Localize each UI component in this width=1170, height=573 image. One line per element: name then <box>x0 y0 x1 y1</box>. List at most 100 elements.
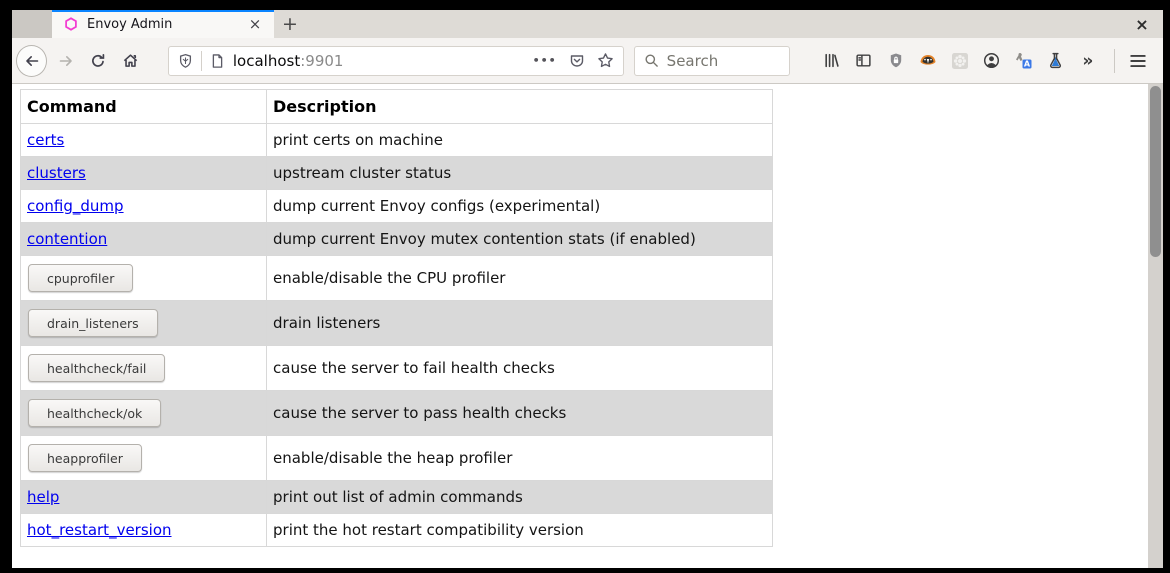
envoy-favicon <box>64 17 78 31</box>
description-cell: print the hot restart compatibility vers… <box>267 514 773 547</box>
overflow-chevron-icon: » <box>1082 51 1093 71</box>
tab-envoy-admin[interactable]: Envoy Admin × <box>52 10 274 38</box>
description-cell: upstream cluster status <box>267 157 773 190</box>
table-row: cpuprofiler enable/disable the CPU profil… <box>21 256 773 301</box>
hamburger-icon <box>1129 53 1147 69</box>
toolbar-separator <box>1114 49 1115 73</box>
url-port: :9901 <box>300 52 343 70</box>
urlbar-separator <box>201 51 202 71</box>
translate-icon: A <box>1015 52 1032 69</box>
reload-button[interactable] <box>84 47 111 75</box>
table-row: config_dump dump current Envoy configs (e… <box>21 190 773 223</box>
privacy-badger-icon <box>919 53 937 68</box>
tracking-protection-shield-icon[interactable] <box>178 53 193 69</box>
forward-arrow-icon <box>58 53 74 69</box>
command-button[interactable]: drain_listeners <box>28 309 158 337</box>
command-table-body: certs print certs on machine clusters upstr… <box>21 124 773 547</box>
command-cell: healthcheck/ok <box>21 391 267 436</box>
account-icon <box>983 52 1000 69</box>
url-host: localhost <box>233 52 300 70</box>
command-cell: clusters <box>21 157 267 190</box>
sidebars-icon <box>855 52 872 69</box>
screenshot-stage: Envoy Admin × + × <box>0 0 1170 573</box>
description-cell: drain listeners <box>267 301 773 346</box>
command-button[interactable]: cpuprofiler <box>28 264 133 292</box>
shield-lock-icon <box>888 52 904 69</box>
command-cell: hot_restart_version <box>21 514 267 547</box>
table-header-row: Command Description <box>21 90 773 124</box>
command-link[interactable]: clusters <box>27 164 86 182</box>
search-placeholder: Search <box>667 52 719 70</box>
command-button[interactable]: healthcheck/ok <box>28 399 161 427</box>
scrollbar-thumb[interactable] <box>1150 86 1161 257</box>
window-close-button[interactable]: × <box>1121 10 1163 38</box>
command-cell: cpuprofiler <box>21 256 267 301</box>
command-column-header: Command <box>21 90 267 124</box>
browser-window: Envoy Admin × + × <box>12 10 1163 568</box>
tab-title: Envoy Admin <box>87 17 246 32</box>
command-link[interactable]: help <box>27 488 59 506</box>
table-row: hot_restart_version print the hot restart… <box>21 514 773 547</box>
table-row: certs print certs on machine <box>21 124 773 157</box>
command-link[interactable]: contention <box>27 230 107 248</box>
command-cell: certs <box>21 124 267 157</box>
menu-button[interactable] <box>1124 47 1153 75</box>
table-row: help print out list of admin commands <box>21 481 773 514</box>
forward-button[interactable] <box>52 47 79 75</box>
description-cell: cause the server to pass health checks <box>267 391 773 436</box>
titlebar-spacer <box>12 10 52 38</box>
sidebars-button[interactable] <box>850 47 878 75</box>
table-row: heapprofiler enable/disable the heap prof… <box>21 436 773 481</box>
command-button[interactable]: heapprofiler <box>28 444 142 472</box>
url-bar[interactable]: localhost:9901 ••• <box>168 46 624 76</box>
command-link[interactable]: hot_restart_version <box>27 521 172 539</box>
account-button[interactable] <box>978 47 1006 75</box>
page-info-icon[interactable] <box>210 53 225 69</box>
privacy-badger-button[interactable] <box>914 47 942 75</box>
library-icon <box>823 52 840 69</box>
table-row: clusters upstream cluster status <box>21 157 773 190</box>
svg-text:A: A <box>1024 60 1031 69</box>
extension-shield-button[interactable] <box>882 47 910 75</box>
description-cell: enable/disable the heap profiler <box>267 436 773 481</box>
containers-flask-button[interactable] <box>1042 47 1070 75</box>
tab-bar: Envoy Admin × + × <box>12 10 1163 38</box>
table-row: healthcheck/fail cause the server to fail… <box>21 346 773 391</box>
description-cell: print out list of admin commands <box>267 481 773 514</box>
scrollbar-track[interactable] <box>1148 84 1163 568</box>
disabled-extension-icon <box>951 52 969 70</box>
command-cell: drain_listeners <box>21 301 267 346</box>
page-content: Command Description certs print certs on … <box>12 84 1163 568</box>
overflow-menu-button[interactable]: » <box>1074 47 1102 75</box>
back-button[interactable] <box>16 45 47 77</box>
command-button[interactable]: healthcheck/fail <box>28 354 165 382</box>
home-button[interactable] <box>117 47 144 75</box>
page-actions-icon[interactable]: ••• <box>533 54 557 67</box>
table-row: healthcheck/ok cause the server to pass h… <box>21 391 773 436</box>
toolbar-icons: A » <box>814 47 1102 75</box>
description-column-header: Description <box>267 90 773 124</box>
bookmark-star-icon[interactable] <box>597 52 614 69</box>
search-bar[interactable]: Search <box>634 46 790 76</box>
translate-button[interactable]: A <box>1010 47 1038 75</box>
library-button[interactable] <box>818 47 846 75</box>
description-cell: print certs on machine <box>267 124 773 157</box>
command-link[interactable]: certs <box>27 131 64 149</box>
disabled-extension-button[interactable] <box>946 47 974 75</box>
tab-close-icon[interactable]: × <box>246 15 264 33</box>
home-icon <box>122 52 139 69</box>
back-arrow-icon <box>24 53 40 69</box>
table-row: drain_listeners drain listeners <box>21 301 773 346</box>
description-cell: cause the server to fail health checks <box>267 346 773 391</box>
description-cell: enable/disable the CPU profiler <box>267 256 773 301</box>
command-table: Command Description certs print certs on … <box>20 89 773 547</box>
description-cell: dump current Envoy configs (experimental… <box>267 190 773 223</box>
command-cell: config_dump <box>21 190 267 223</box>
new-tab-button[interactable]: + <box>274 10 306 38</box>
command-cell: heapprofiler <box>21 436 267 481</box>
reload-icon <box>90 53 106 69</box>
flask-icon <box>1047 52 1064 69</box>
pocket-save-icon[interactable] <box>569 53 585 69</box>
command-cell: contention <box>21 223 267 256</box>
command-link[interactable]: config_dump <box>27 197 124 215</box>
